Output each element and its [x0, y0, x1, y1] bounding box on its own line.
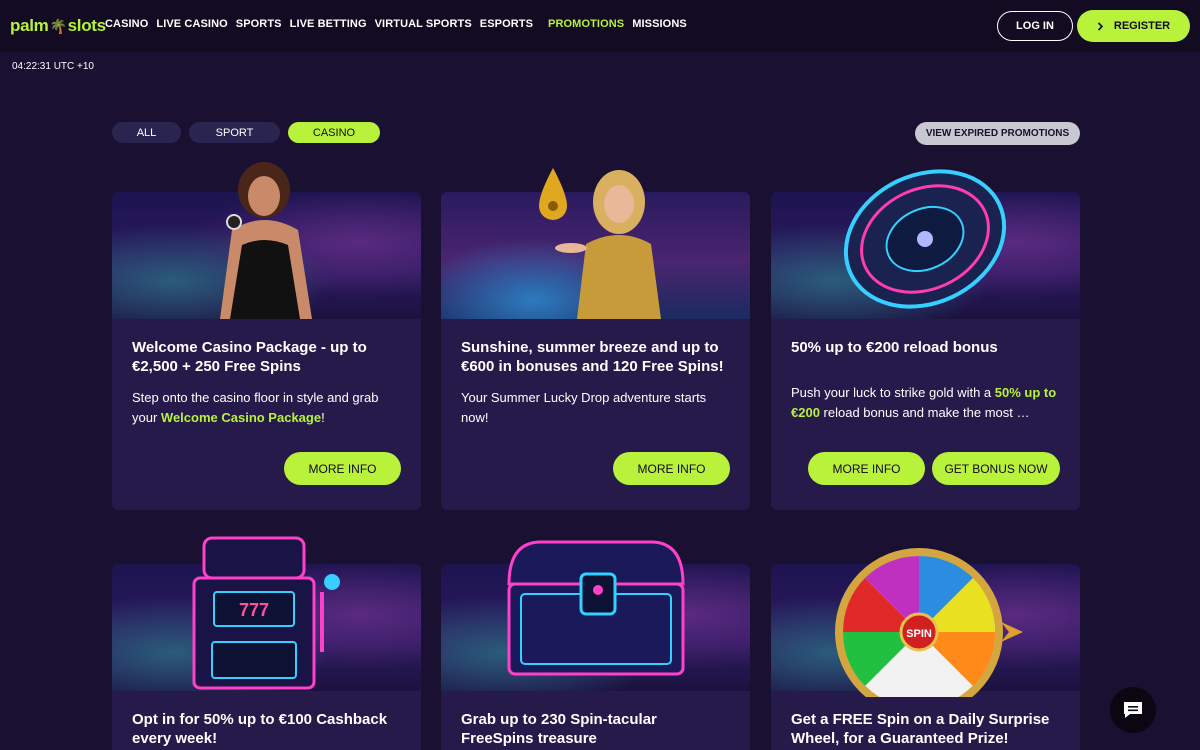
promo-title: Welcome Casino Package - up to €2,500 + … [132, 339, 367, 375]
server-clock: 04:22:31 UTC +10 [12, 61, 94, 72]
woman-with-golden-drop-illustration [539, 168, 661, 319]
promo-title: Opt in for 50% up to €100 Cashback every… [132, 711, 388, 747]
nav-sports[interactable]: SPORTS [236, 18, 282, 30]
promo-title: Get a FREE Spin on a Daily Surprise Whee… [791, 711, 1050, 747]
neon-treasure-chest-illustration [507, 540, 685, 676]
promo-description: Push your luck to strike gold with a 50%… [791, 383, 1061, 423]
promo-title: 50% up to €200 reload bonus [791, 339, 998, 356]
promo-title: Sunshine, summer breeze and up to €600 i… [461, 339, 724, 375]
promo-card-summer: Sunshine, summer breeze and up to €600 i… [441, 168, 750, 510]
nav-promotions[interactable]: PROMOTIONS [548, 18, 624, 30]
nav-live-casino[interactable]: LIVE CASINO [156, 18, 227, 30]
promo-image-freespins [441, 540, 750, 691]
filter-all[interactable]: ALL [112, 122, 181, 143]
filter-casino[interactable]: CASINO [288, 122, 380, 143]
promo-card-welcome: Welcome Casino Package - up to €2,500 + … [112, 162, 421, 510]
promo-card-reload: 50% up to €200 reload bonus Push your lu… [771, 169, 1080, 510]
promo-image-reload [771, 169, 1080, 319]
register-label: REGISTER [1113, 20, 1171, 32]
prize-wheel-illustration: SPIN [835, 548, 1023, 697]
more-info-button[interactable]: MORE INFO [284, 452, 401, 485]
promo-image-cashback: 777 [112, 536, 421, 691]
nav-live-betting[interactable]: LIVE BETTING [290, 18, 367, 30]
more-info-button[interactable]: MORE INFO [613, 452, 730, 485]
top-header: palm 🌴 slots CASINO LIVE CASINO SPORTS LIV… [0, 0, 1200, 52]
chevron-right-icon [1097, 21, 1104, 31]
promo-card-cashback: 777 Opt in for 50% up to €100 Cashback e… [112, 536, 421, 750]
desc-highlight-link[interactable]: Welcome Casino Package [161, 410, 321, 425]
promo-description: Your Summer Lucky Drop adventure starts … [461, 390, 707, 425]
register-button[interactable]: REGISTER [1077, 10, 1190, 42]
logo-text-slots: slots [67, 16, 106, 35]
view-expired-promotions-button[interactable]: VIEW EXPIRED PROMOTIONS [915, 122, 1080, 145]
palmslots-logo[interactable]: palm 🌴 slots [10, 12, 106, 40]
live-chat-button[interactable] [1110, 687, 1156, 733]
nav-esports[interactable]: ESPORTS [480, 18, 533, 30]
logo-text-palm: palm [10, 16, 49, 35]
login-button[interactable]: LOG IN [997, 11, 1073, 41]
promo-description: Step onto the casino floor in style and … [132, 388, 402, 428]
chat-icon [1124, 702, 1142, 718]
promo-card-surprise-wheel: SPIN Get a FREE Spin on a Daily Surprise… [771, 548, 1080, 750]
neon-slot-machine-illustration: 777 [192, 536, 340, 690]
promo-image-summer [441, 168, 750, 319]
neon-roulette-wheel-illustration [843, 169, 1007, 309]
woman-with-chip-illustration [220, 162, 312, 319]
nav-casino[interactable]: CASINO [105, 18, 148, 30]
promo-title: Grab up to 230 Spin-tacular FreeSpins tr… [461, 711, 657, 747]
promo-image-wheel: SPIN [771, 548, 1080, 697]
get-bonus-now-button[interactable]: GET BONUS NOW [932, 452, 1060, 485]
desc-text: Push your luck to strike gold with a [791, 385, 995, 400]
svg-text:777: 777 [239, 600, 269, 620]
palm-tree-icon: 🌴 [49, 17, 67, 34]
more-info-button[interactable]: MORE INFO [808, 452, 925, 485]
desc-text-end: ! [321, 410, 325, 425]
desc-text-end: reload bonus and make the most … [819, 405, 1030, 420]
nav-missions[interactable]: MISSIONS [632, 18, 687, 30]
wheel-center-label: SPIN [906, 628, 932, 640]
promo-image-welcome [112, 162, 421, 319]
nav-virtual-sports[interactable]: VIRTUAL SPORTS [375, 18, 472, 30]
promo-card-freespins: Grab up to 230 Spin-tacular FreeSpins tr… [441, 540, 750, 750]
filter-sport[interactable]: SPORT [189, 122, 280, 143]
main-nav: CASINO LIVE CASINO SPORTS LIVE BETTING V… [105, 18, 695, 30]
